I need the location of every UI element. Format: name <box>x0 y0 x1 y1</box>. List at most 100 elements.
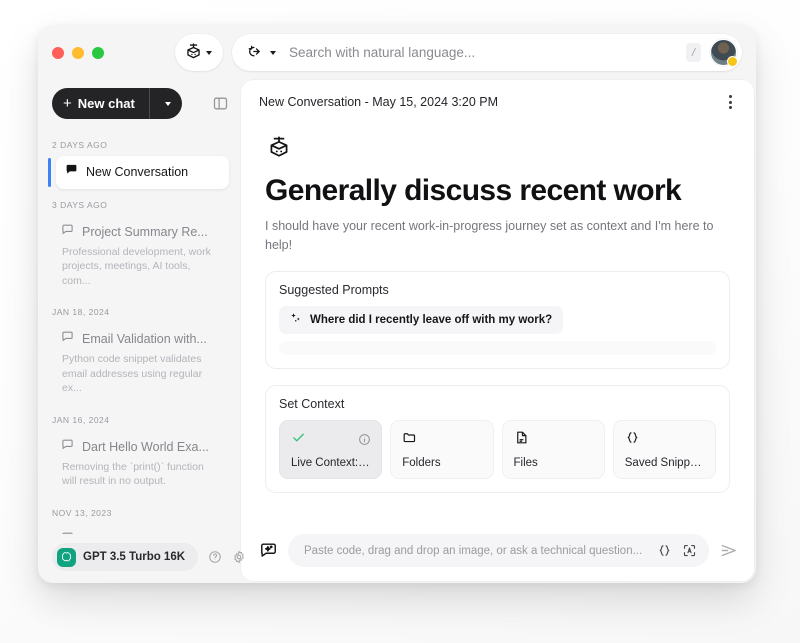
tile-icon-row <box>625 430 705 450</box>
gear-icon[interactable] <box>232 550 246 564</box>
check-icon <box>291 430 306 450</box>
user-avatar[interactable] <box>710 39 738 67</box>
text-scan-icon[interactable] <box>682 543 697 558</box>
traffic-lights <box>52 46 104 59</box>
context-tile-label: Files <box>513 456 538 469</box>
toolbar: Search with natural language... / <box>175 34 742 71</box>
app-logo-button[interactable] <box>175 34 223 71</box>
pieces-cube-icon <box>184 41 203 65</box>
plus-icon: + <box>63 94 72 112</box>
suggested-prompts-card: Suggested Prompts Where did I recently l… <box>265 270 730 369</box>
conversation-title: Project Summary Re... <box>82 225 208 239</box>
context-tile-saved-snippets[interactable]: Saved Snippets <box>612 419 716 479</box>
set-context-title: Set Context <box>279 396 345 411</box>
suggested-prompt-label: Where did I recently leave off with my w… <box>310 313 553 326</box>
conversation-item-project-summary[interactable]: Project Summary Re... Professional devel… <box>52 216 229 296</box>
braces-icon <box>625 430 640 450</box>
conversation-snippet: Removing the `print()` function will res… <box>62 460 204 488</box>
conversation-row: Email Validation with... <box>61 330 220 348</box>
new-chat-dropdown-button[interactable] <box>156 101 180 106</box>
search-bar[interactable]: Search with natural language... / <box>232 34 742 71</box>
suggested-prompts-title: Suggested Prompts <box>279 282 389 297</box>
context-tile-files[interactable]: Files <box>501 419 605 479</box>
zoom-window-button[interactable] <box>92 46 104 59</box>
conversation-title: Email Validation with... <box>82 332 207 347</box>
model-selector-button[interactable]: GPT 3.5 Turbo 16K <box>52 543 199 571</box>
conversation-item-new-conversation[interactable]: New Conversation <box>48 156 229 189</box>
search-shortcut-key: / <box>686 43 701 62</box>
search-input[interactable]: Search with natural language... <box>282 45 680 60</box>
conversation-item-dart-hello-world[interactable]: Dart Hello World Exa... Removing the `pr… <box>52 431 229 497</box>
send-icon[interactable] <box>719 541 738 560</box>
chat-icon <box>61 223 74 241</box>
context-tile-label: Live Context: On <box>291 456 372 469</box>
conversation-title: Dart Hello World Exa... <box>82 439 209 454</box>
context-tile-label: Folders <box>402 456 441 469</box>
window-titlebar: Search with natural language... / <box>38 25 756 80</box>
minimize-window-button[interactable] <box>72 46 84 59</box>
app-window: Search with natural language... / + New … <box>38 25 756 583</box>
conversation-item-kotlin-code-generation[interactable]: Kotlin Code Generati... Generated Kotlin… <box>52 524 229 534</box>
new-chat-divider <box>148 88 150 119</box>
conversation-content: Generally discuss recent work I should h… <box>241 124 754 524</box>
group-label: 2 DAYS AGO <box>52 140 108 150</box>
group-label: JAN 16, 2024 <box>52 414 110 425</box>
context-tile-label: Saved Snippets <box>624 456 705 469</box>
folder-icon <box>402 430 417 450</box>
suggested-prompt-item[interactable]: Where did I recently leave off with my w… <box>279 305 564 334</box>
conversation-header-title: New Conversation - May 15, 2024 3:20 PM <box>259 95 499 109</box>
main-panel: New Conversation - May 15, 2024 3:20 PM <box>241 80 754 581</box>
conversation-item-email-validation[interactable]: Email Validation with... Python code sni… <box>52 323 229 403</box>
close-window-button[interactable] <box>52 46 64 59</box>
page-title: Generally discuss recent work <box>265 174 682 207</box>
set-context-card: Set Context Live Context: On Folders Fil… <box>265 384 730 493</box>
chat-icon <box>61 438 74 456</box>
chevron-down-icon[interactable] <box>270 50 276 55</box>
avatar-status-badge <box>727 56 738 67</box>
file-icon <box>514 430 529 450</box>
model-plug-icon[interactable] <box>242 44 264 62</box>
tile-icon-row <box>514 430 594 450</box>
sparkles-icon <box>290 312 302 327</box>
chevron-down-icon <box>164 101 171 106</box>
pieces-cube-icon <box>266 133 730 164</box>
sidebar-header: + New chat <box>38 80 241 125</box>
more-vertical-icon[interactable] <box>723 89 738 115</box>
sidebar-toggle-icon[interactable] <box>212 95 229 112</box>
chevron-down-icon <box>206 50 212 55</box>
conversation-list[interactable]: 2 DAYS AGO New Conversation 3 DAYS AGO P… <box>38 125 241 534</box>
screen: Search with natural language... / + New … <box>0 0 800 643</box>
suggested-prompt-item-clipped[interactable] <box>279 340 716 355</box>
conversation-title: New Conversation <box>86 165 189 179</box>
context-tile-folders[interactable]: Folders <box>390 419 494 479</box>
message-composer: Paste code, drag and drop an image, or a… <box>241 524 754 581</box>
tile-icon-row <box>291 430 371 450</box>
model-name-label: GPT 3.5 Turbo 16K <box>83 551 186 563</box>
conversation-title: Kotlin Code Generati... <box>82 533 208 534</box>
chat-sparkle-icon[interactable] <box>259 541 278 560</box>
group-label: JAN 18, 2024 <box>52 307 110 318</box>
group-label: 3 DAYS AGO <box>52 200 108 210</box>
tile-icon-row <box>402 430 482 450</box>
message-input[interactable]: Paste code, drag and drop an image, or a… <box>304 545 647 557</box>
conversation-snippet: Python code snippet validates email addr… <box>62 353 203 395</box>
chat-icon <box>61 330 74 348</box>
context-tiles: Live Context: On Folders Files Saved Sni… <box>279 419 716 479</box>
braces-icon[interactable] <box>657 543 672 558</box>
chat-icon <box>65 163 78 181</box>
conversation-row: New Conversation <box>65 163 220 181</box>
window-body: + New chat 2 DAYS AGO New Conversation 3… <box>38 80 756 583</box>
new-chat-label: New chat <box>77 96 135 111</box>
context-tile-live-context[interactable]: Live Context: On <box>279 419 383 479</box>
page-subtitle: I should have your recent work-in-progre… <box>265 219 714 252</box>
help-circle-icon[interactable] <box>208 550 222 564</box>
sidebar-footer: GPT 3.5 Turbo 16K <box>38 534 244 583</box>
info-circle-icon[interactable] <box>358 433 371 446</box>
new-chat-button[interactable]: + New chat <box>52 88 182 119</box>
conversation-row: Project Summary Re... <box>61 223 220 241</box>
conversation-row: Kotlin Code Generati... <box>61 531 220 534</box>
conversation-snippet: Professional development, work projects,… <box>62 246 211 287</box>
sidebar: + New chat 2 DAYS AGO New Conversation 3… <box>38 80 244 583</box>
openai-icon <box>57 547 76 567</box>
message-input-field[interactable]: Paste code, drag and drop an image, or a… <box>288 534 709 567</box>
